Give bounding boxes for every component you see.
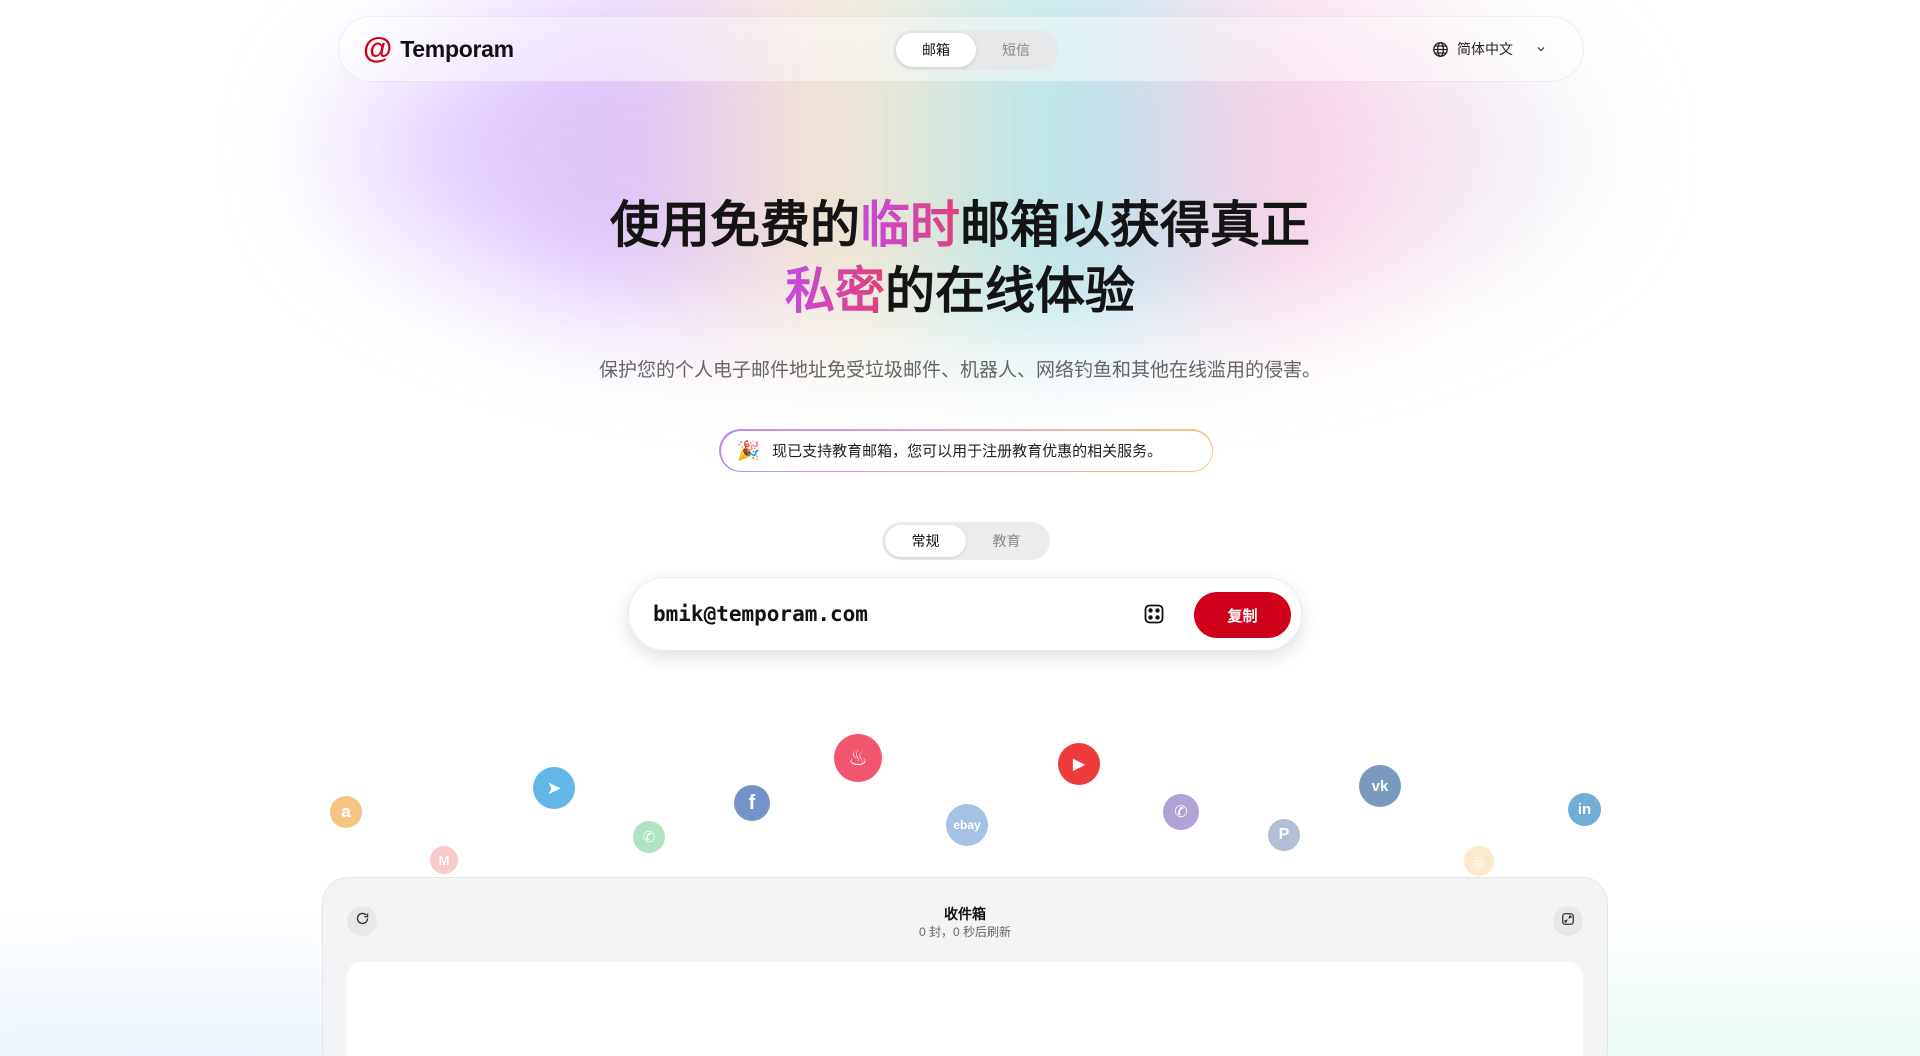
hero-title-part: 的在线体验 xyxy=(885,263,1135,319)
at-logo-icon: @ xyxy=(363,32,393,65)
message-list xyxy=(347,962,1583,1056)
announcement-banner: 🎉 现已支持教育邮箱，您可以用于注册教育优惠的相关服务。 xyxy=(719,429,1213,472)
party-popper-icon: 🎉 xyxy=(736,440,761,462)
telegram-icon: ➤ xyxy=(533,767,575,809)
tab-regular[interactable]: 常规 xyxy=(885,525,966,557)
expand-icon xyxy=(1561,912,1575,931)
linkedin-icon: in xyxy=(1568,793,1601,826)
dice-icon[interactable] xyxy=(1142,602,1166,626)
language-label: 简体中文 xyxy=(1457,41,1513,57)
chevron-down-icon xyxy=(1535,43,1547,55)
inbox-title: 收件箱 xyxy=(944,906,986,922)
inbox-status: 0 封，0 秒后刷新 xyxy=(918,925,1012,939)
copy-button[interactable]: 复制 xyxy=(1194,592,1291,638)
hero-title-highlight: 临时 xyxy=(860,197,960,253)
email-address-bar: bmik@temporam.com 复制 xyxy=(628,577,1302,651)
ebay-icon: ebay xyxy=(946,804,988,846)
hero-subtitle: 保护您的个人电子邮件地址免受垃圾邮件、机器人、网络钓鱼和其他在线滥用的侵害。 xyxy=(598,360,1321,381)
facebook-icon: f xyxy=(734,785,770,821)
tab-email[interactable]: 邮箱 xyxy=(896,33,976,67)
top-navbar: @ Temporam 邮箱 短信 简体中文 xyxy=(338,16,1584,82)
vk-icon: vk xyxy=(1359,765,1401,807)
tab-sms[interactable]: 短信 xyxy=(976,33,1056,67)
announcement-text: 现已支持教育邮箱，您可以用于注册教育优惠的相关服务。 xyxy=(772,443,1163,460)
language-selector[interactable]: 简体中文 xyxy=(1432,39,1547,59)
tinder-icon: ♨ xyxy=(834,734,882,782)
product-switcher: 邮箱 短信 xyxy=(893,30,1059,70)
instagram-icon: ◎ xyxy=(1464,846,1494,876)
hero-title-highlight: 私密 xyxy=(785,263,885,319)
hero-title: 使用免费的临时邮箱以获得真正 私密的在线体验 xyxy=(0,192,1920,324)
youtube-icon: ▶ xyxy=(1058,743,1100,785)
gmail-icon: M xyxy=(430,846,458,874)
hero-title-part: 使用免费的 xyxy=(610,197,860,253)
brand-name: Temporam xyxy=(400,35,514,62)
tab-education[interactable]: 教育 xyxy=(966,525,1047,557)
inbox-panel: 收件箱 0 封，0 秒后刷新 xyxy=(322,877,1608,1056)
paypal-icon: P xyxy=(1268,819,1300,851)
amazon-icon: a xyxy=(330,796,362,828)
whatsapp-icon: ✆ xyxy=(633,821,665,853)
brand-logo[interactable]: @ Temporam xyxy=(363,34,514,64)
hero-title-part: 邮箱以获得真正 xyxy=(960,197,1310,253)
mailbox-type-switcher: 常规 教育 xyxy=(882,522,1050,560)
globe-icon xyxy=(1432,41,1449,58)
email-address[interactable]: bmik@temporam.com xyxy=(653,602,868,626)
expand-button[interactable] xyxy=(1553,906,1583,936)
viber-icon: ✆ xyxy=(1163,794,1199,830)
